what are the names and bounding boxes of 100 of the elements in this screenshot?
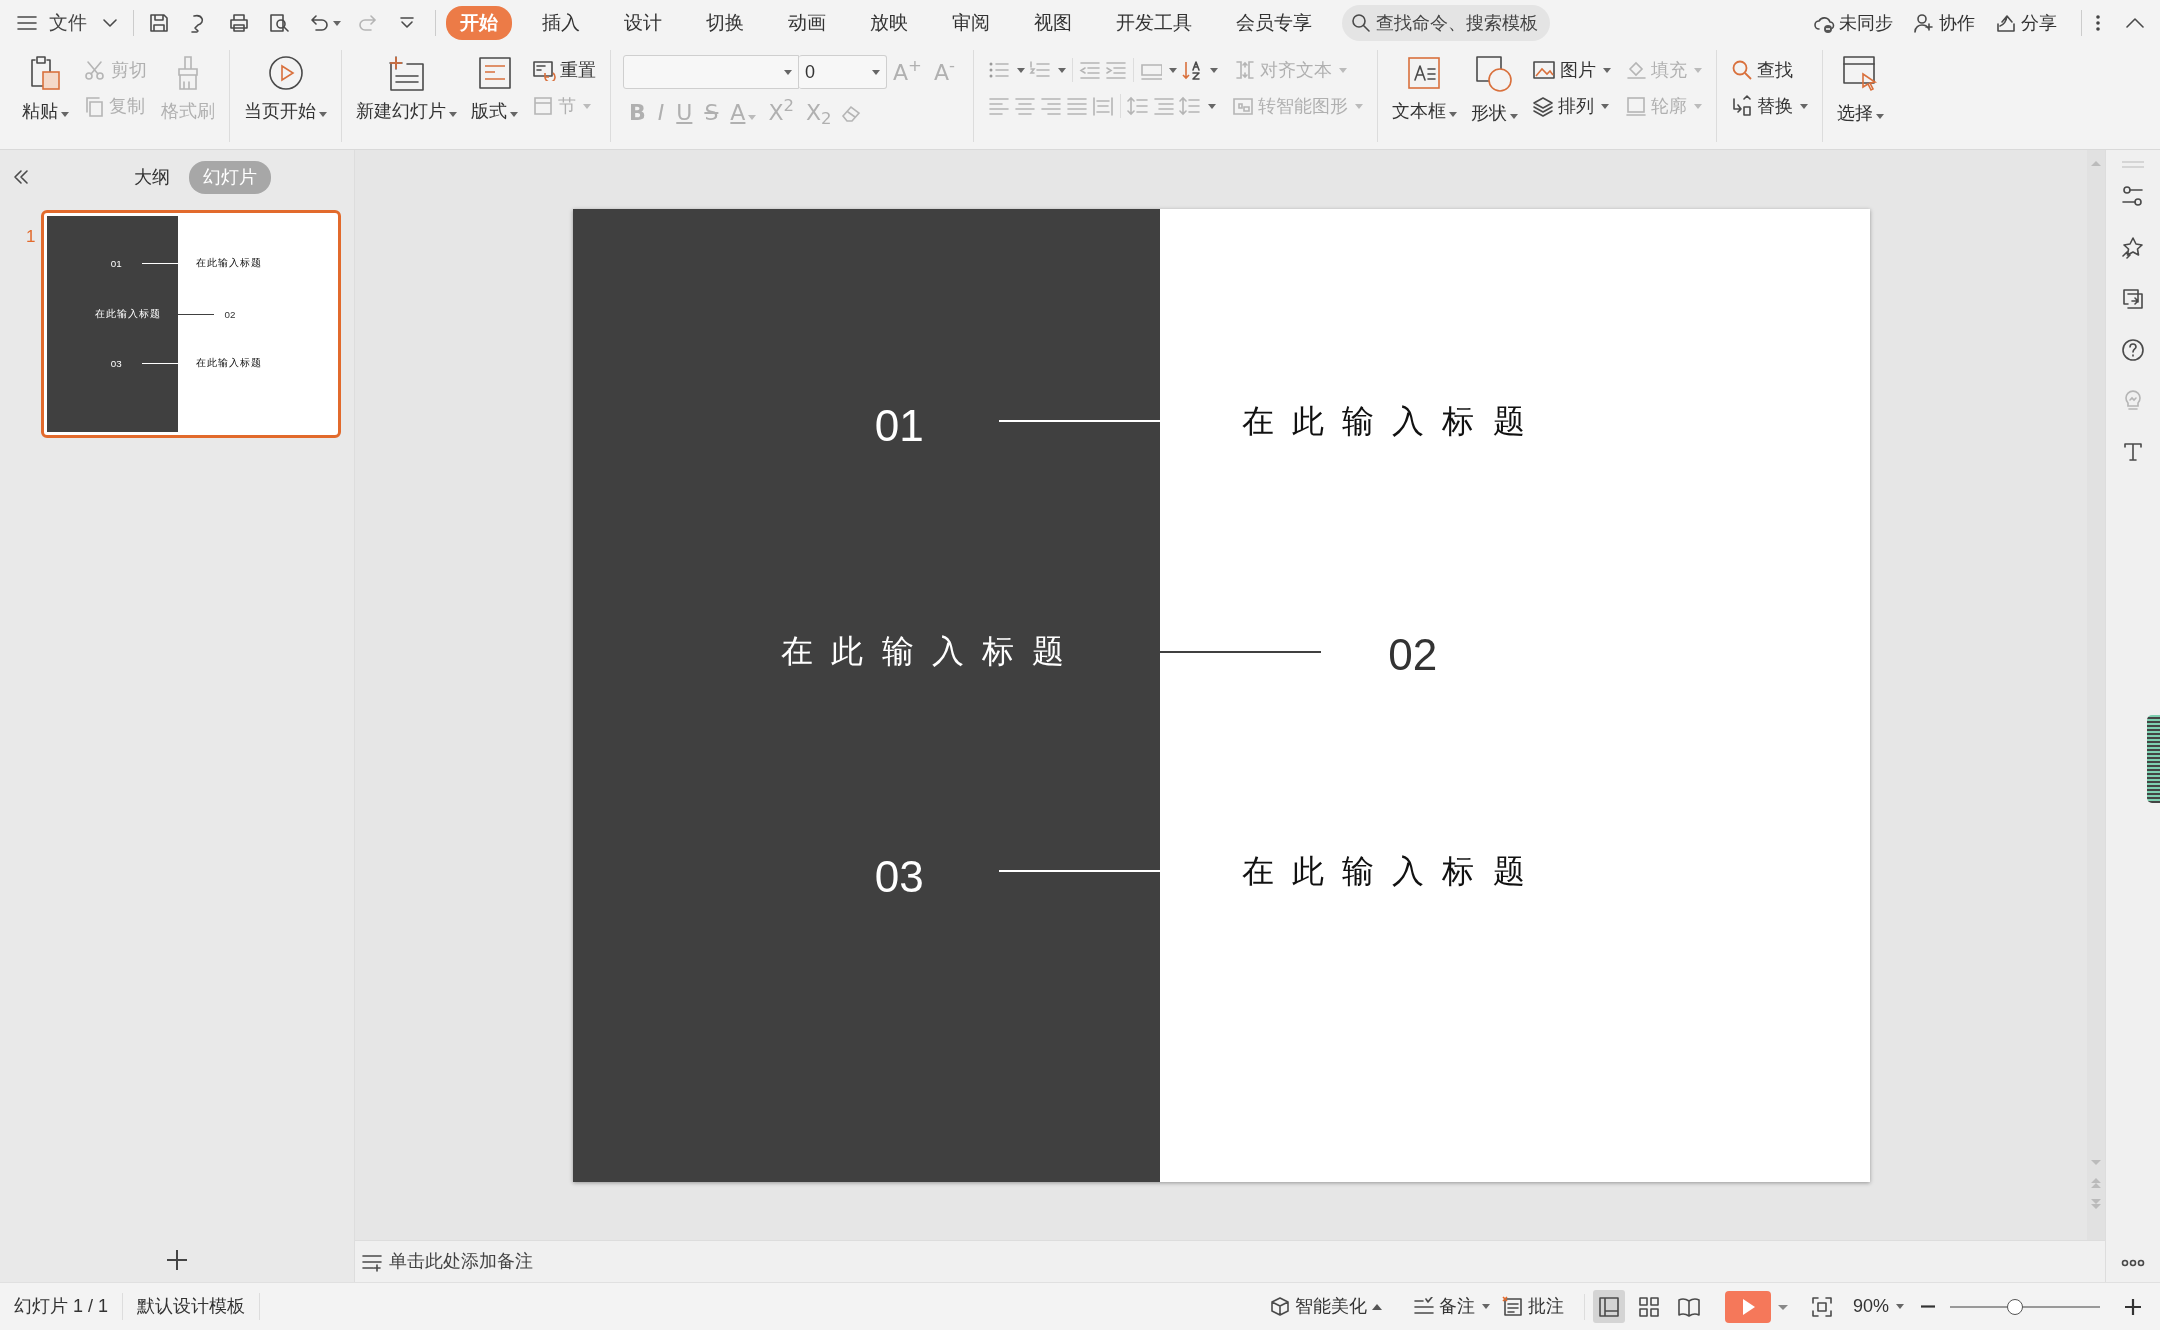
- add-user-icon: [1913, 12, 1935, 34]
- menu-tab[interactable]: 视图: [1020, 5, 1086, 41]
- reset-icon: [532, 59, 556, 81]
- thumbnail-number: 02: [224, 310, 236, 321]
- ribbon-button[interactable]: 粘贴: [20, 50, 71, 129]
- menu-tab[interactable]: 切换: [692, 5, 758, 41]
- thumbnail-number: 01: [110, 259, 122, 270]
- slide-number: 01: [874, 404, 924, 449]
- ribbon-button[interactable]: 重置: [530, 52, 598, 88]
- increase-indent-icon: [1104, 59, 1127, 81]
- align-right-icon: [1039, 95, 1062, 117]
- scissors-icon: [83, 59, 107, 81]
- decrease-indent-icon: [1078, 59, 1101, 81]
- caret-icon: [1776, 1302, 1789, 1311]
- menu-tab[interactable]: 动画: [774, 5, 840, 41]
- help-icon: [2121, 338, 2145, 362]
- plus-icon: [165, 1248, 189, 1272]
- notes-icon: [1412, 1296, 1435, 1317]
- smart-graphic-icon: [1231, 95, 1254, 117]
- vertical-scrollbar[interactable]: [2087, 150, 2105, 1240]
- ribbon-button[interactable]: 排列: [1529, 88, 1613, 124]
- zoom-slider-thumb[interactable]: [2006, 1298, 2023, 1315]
- menu-tab[interactable]: 开发工具: [1102, 5, 1206, 41]
- thumbnail-connector-line: [142, 362, 178, 364]
- menu-tab[interactable]: 会员专享: [1222, 5, 1326, 41]
- menu-tab[interactable]: 审阅: [938, 5, 1004, 41]
- double-chevron-icon: [12, 167, 30, 187]
- slides-icon: [2121, 287, 2145, 311]
- ribbon-button[interactable]: 新建幻灯片: [354, 50, 459, 129]
- grip-icon: [2120, 160, 2146, 169]
- fit-icon: [1810, 1295, 1833, 1318]
- slide-counter: 幻灯片 1 / 1: [0, 1293, 124, 1320]
- line-spacing-icon: [1178, 95, 1201, 117]
- ribbon-button[interactable]: 文本框: [1389, 50, 1459, 129]
- undo-icon: [308, 12, 330, 34]
- save-icon: [148, 12, 170, 34]
- grid-view-icon: [1636, 1295, 1661, 1320]
- ribbon-button[interactable]: 当页开始: [242, 50, 329, 129]
- search-field[interactable]: 查找命令、搜索模板: [1342, 5, 1550, 41]
- redo-icon: [357, 12, 379, 34]
- previous-slide-icon: [2089, 1177, 2103, 1189]
- picture-icon: [1531, 59, 1556, 81]
- clipboard-icon: [28, 54, 63, 92]
- slide-number: 1: [26, 226, 36, 248]
- ribbon-button[interactable]: 查找: [1728, 52, 1810, 88]
- toolbar-action[interactable]: 未同步: [1807, 9, 1899, 37]
- ribbon-button[interactable]: 形状: [1468, 50, 1520, 131]
- normal-view-icon: [1596, 1295, 1621, 1320]
- thumbnail-connector-line: [142, 262, 178, 264]
- ribbon-button[interactable]: 选择: [1834, 50, 1886, 131]
- font-name-field[interactable]: [623, 55, 799, 89]
- slideshow-button[interactable]: [1724, 1290, 1771, 1323]
- ribbon-button[interactable]: 图片: [1529, 52, 1613, 88]
- share-icon: [1995, 12, 2017, 34]
- menu-tab[interactable]: 设计: [610, 5, 676, 41]
- menu-tab[interactable]: 放映: [856, 5, 922, 41]
- ribbon-button[interactable]: 版式: [469, 50, 520, 129]
- new-slide-icon: [386, 54, 427, 92]
- print-preview-icon: [268, 12, 290, 34]
- paragraph-spacing-icon: [1152, 95, 1175, 117]
- slide-number: 03: [874, 854, 924, 899]
- copy-icon: [83, 95, 105, 117]
- outline-icon: [1624, 95, 1647, 117]
- layers-icon: [1531, 95, 1554, 117]
- menu-tab[interactable]: 插入: [528, 5, 594, 41]
- settings-sliders-icon: [2121, 185, 2145, 209]
- template-name[interactable]: 默认设计模板: [123, 1293, 261, 1320]
- sort-icon: [1180, 59, 1203, 81]
- line-spacing-icon: [1126, 95, 1149, 117]
- font-size-field[interactable]: 0: [799, 55, 887, 89]
- slide-title: 在此输入标题: [1241, 856, 1543, 888]
- slide-title: 在此输入标题: [1241, 405, 1543, 438]
- scroll-down-icon: [2089, 1158, 2103, 1168]
- comments-button[interactable]: 批注: [1495, 1293, 1570, 1320]
- ribbon-button[interactable]: 替换: [1728, 88, 1810, 124]
- level-meter-handle[interactable]: [2147, 715, 2160, 803]
- align-center-icon: [1013, 95, 1036, 117]
- toolbar-action[interactable]: 分享: [1989, 9, 2063, 37]
- toolbar-action[interactable]: 协作: [1907, 9, 1981, 37]
- search-icon: [1350, 12, 1372, 34]
- shapes-icon: [1474, 54, 1515, 94]
- thumbnail-connector-line: [177, 314, 214, 316]
- layout-icon: [476, 54, 513, 92]
- comment-icon: [1501, 1295, 1524, 1318]
- slide-thumbnail[interactable]: 01 在此输入标题 在此输入标题 02 03 在此输入标题: [41, 210, 342, 438]
- view-button[interactable]: [1592, 1290, 1625, 1323]
- beautify-button[interactable]: 智能美化: [1262, 1293, 1389, 1320]
- more-icon: [2121, 1258, 2145, 1268]
- plus-icon: [2124, 1297, 2142, 1316]
- zoom-level-button[interactable]: 90%: [1846, 1293, 1910, 1320]
- search-icon: [1730, 59, 1753, 81]
- align-left-icon: [987, 95, 1010, 117]
- minus-icon: [1920, 1305, 1936, 1308]
- reading-view-icon: [1676, 1295, 1701, 1320]
- file-menu[interactable]: 文件: [12, 6, 123, 40]
- section-icon: [532, 95, 554, 117]
- panel-tab[interactable]: 大纲: [120, 160, 184, 194]
- slide-number: 02: [1388, 633, 1438, 678]
- thumbnail-number: 03: [110, 359, 122, 370]
- notes-button[interactable]: 备注: [1406, 1293, 1496, 1320]
